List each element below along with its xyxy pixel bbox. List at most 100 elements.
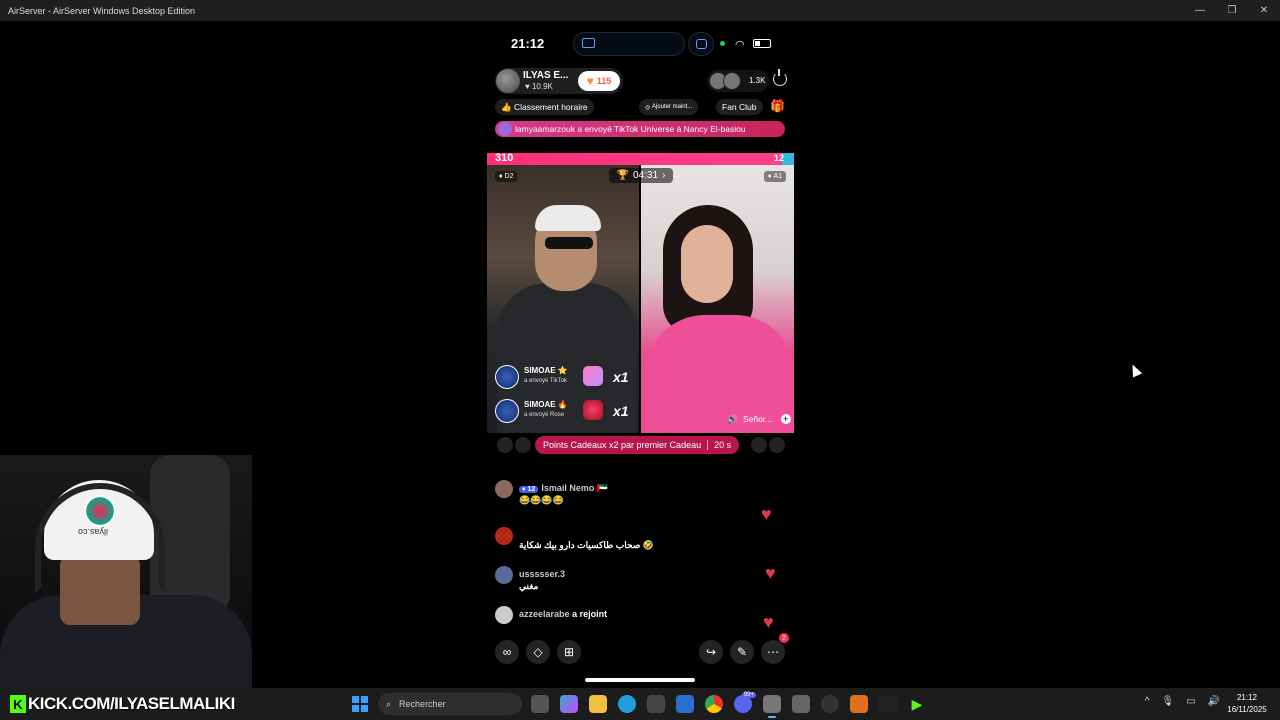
host-likes: ♥ 10.9K (525, 82, 553, 91)
gifter-name: SIMOAE ⭐ (524, 366, 568, 375)
play-icon[interactable]: ▶ (908, 695, 926, 713)
rank-badge-left: ♦ D2 (495, 171, 518, 182)
file-explorer-icon[interactable] (589, 695, 607, 713)
host-info[interactable]: ILYAS E... ♥ 10.9K ♥ 115 (495, 68, 623, 94)
gift-count: x1 (613, 369, 629, 385)
app-dark-icon[interactable] (879, 695, 897, 713)
apps-grid-icon[interactable]: ⊞ (557, 640, 581, 664)
gifter-avatar (498, 122, 512, 136)
multi-guest-icon[interactable]: ◇ (526, 640, 550, 664)
copilot-icon[interactable] (560, 695, 578, 713)
system-tray: ^ 🎙 ▭ 🔊 (1145, 696, 1220, 712)
chevron-right-icon: › (662, 170, 666, 181)
guest-name[interactable]: 🔊 Señor... + (727, 411, 791, 427)
ios-status-bar: 21:12 ◠ (487, 32, 794, 56)
floating-heart-icon: ♥ (763, 612, 774, 632)
gift-desc: a envoyé TikTok (524, 378, 568, 384)
store-icon[interactable] (647, 695, 665, 713)
wifi-icon: ◠ (735, 39, 745, 51)
avatar (497, 437, 513, 453)
gifter-name: SIMOAE 🔥 (524, 400, 568, 409)
discord-icon[interactable]: 99+ (734, 692, 756, 713)
viewer-count[interactable]: 1.3K (707, 70, 769, 92)
share-icon[interactable]: ↪ (699, 640, 723, 664)
edge-icon[interactable] (618, 695, 636, 713)
follow-button[interactable]: ♥ 115 (578, 71, 620, 91)
left-video[interactable]: ♦ D2 SIMOAE ⭐ a envoyé TikTok x1 SIMOAE … (487, 165, 639, 433)
gift-notification: SIMOAE 🔥 a envoyé Rose x1 (495, 399, 635, 425)
window-title: AirServer - AirServer Windows Desktop Ed… (8, 5, 196, 16)
commenter-name[interactable]: ♦ 12 Ismail Nemo 🇦🇪 (519, 483, 608, 494)
mouse-cursor (1127, 362, 1143, 378)
comment-text: 😂😂😂😂 (519, 495, 564, 505)
viewer-count-label: 1.3K (749, 76, 766, 85)
gift-notification: SIMOAE ⭐ a envoyé TikTok x1 (495, 365, 635, 391)
chrome-icon[interactable] (705, 695, 723, 713)
task-view-icon[interactable] (531, 695, 549, 713)
webcam-overlay: ilyas.co (0, 455, 252, 688)
trophy-icon: 🏆 (616, 170, 630, 181)
kick-url: KICK.COM/ILYASELMALIKI (28, 694, 235, 713)
floating-heart-icon: ♥ (765, 563, 776, 583)
battle-icon[interactable]: ∞ (495, 640, 519, 664)
fanclub-chip[interactable]: Fan Club (716, 99, 763, 115)
comment-text: صحاب طاكسيات دارو بيك شكاية 🤣 (519, 540, 655, 550)
close-button[interactable]: ✕ (1248, 0, 1280, 21)
commenter-avatar[interactable] (495, 480, 513, 498)
app-orange-icon[interactable] (850, 695, 868, 713)
network-icon[interactable]: ▭ (1186, 696, 1195, 712)
notification-badge: 2 (779, 633, 789, 643)
volume-icon[interactable]: 🔊 (1208, 696, 1220, 712)
magic-wand-icon[interactable]: ✎ (730, 640, 754, 664)
streamer-glasses (545, 237, 593, 249)
live-header: ILYAS E... ♥ 10.9K ♥ 115 1.3K (495, 68, 787, 94)
minimize-button[interactable]: — (1184, 0, 1216, 21)
commenter-name[interactable]: azzeelarabe a rejoint (519, 609, 607, 619)
gift-desc: a envoyé Rose (524, 412, 565, 418)
avatar (751, 437, 767, 453)
mirror-icon (696, 39, 707, 49)
score-left: 310 (495, 152, 514, 164)
battle-timer[interactable]: 🏆 04:31 › (609, 168, 673, 183)
power-icon[interactable] (773, 69, 787, 86)
points-banner: Points Cadeaux x2 par premier Cadeau 20 s (535, 436, 740, 454)
phone-mirror: 21:12 ◠ ILYAS E... ♥ 10.9K ♥ 115 1.3K 👍 C… (487, 22, 794, 688)
kick-overlay: K KICK.COM/ILYASELMALIKI (10, 692, 235, 716)
commenter-avatar[interactable] (495, 606, 513, 624)
bottom-toolbar: ∞ ◇ ⊞ ↪ ✎ ⋯ 2 (495, 633, 789, 664)
commenter-avatar[interactable] (495, 566, 513, 584)
gift-count: x1 (613, 403, 629, 419)
clock-time: 21:12 (1236, 693, 1258, 702)
home-indicator[interactable] (585, 678, 695, 682)
add-chip[interactable]: ◎ Ajouter maint... (639, 99, 699, 115)
gift-banner: lamyaamarzouk a envoyé TikTok Universe à… (495, 121, 785, 137)
clock-date: 16/11/2025 (1227, 705, 1267, 714)
window-titlebar: AirServer - AirServer Windows Desktop Ed… (0, 0, 1280, 21)
comment-item: ♦ 12 Ismail Nemo 🇦🇪 😂😂😂😂 (495, 480, 785, 510)
start-button[interactable] (352, 696, 368, 712)
rank-badge-right: ♦ A1 (763, 171, 786, 182)
commenter-avatar[interactable] (495, 527, 513, 545)
host-avatar[interactable] (496, 69, 520, 93)
airserver-icon[interactable] (763, 695, 781, 718)
gamepad-icon[interactable] (792, 695, 810, 713)
right-video[interactable]: ♦ A1 🔊 Señor... + (641, 165, 794, 433)
window-controls: — ❐ ✕ (1184, 0, 1280, 21)
gift-box-icon[interactable]: 🎁 (770, 99, 785, 113)
microphone-icon[interactable]: 🎙 (1161, 696, 1174, 712)
commenter-name[interactable]: ussssser.3 (519, 569, 565, 579)
status-clock: 21:12 (511, 36, 545, 51)
more-icon[interactable]: ⋯ (761, 640, 785, 664)
mail-icon[interactable] (676, 695, 694, 713)
battle-score-bar: 310 12 (487, 152, 794, 165)
add-icon[interactable]: + (780, 414, 791, 424)
ranking-chip[interactable]: 👍 Classement horaire (495, 99, 594, 115)
search-box[interactable]: ⌕ Rechercher (378, 693, 522, 715)
clock[interactable]: 21:12 16/11/2025 (1222, 692, 1272, 716)
maximize-button[interactable]: ❐ (1216, 0, 1248, 21)
obs-icon[interactable] (821, 695, 839, 713)
chevron-up-icon[interactable]: ^ (1145, 696, 1150, 712)
comment-item: ussssser.3 مغني (495, 566, 785, 596)
comment-text: مغني (519, 581, 539, 591)
level-badge: ♦ 12 (519, 486, 539, 493)
